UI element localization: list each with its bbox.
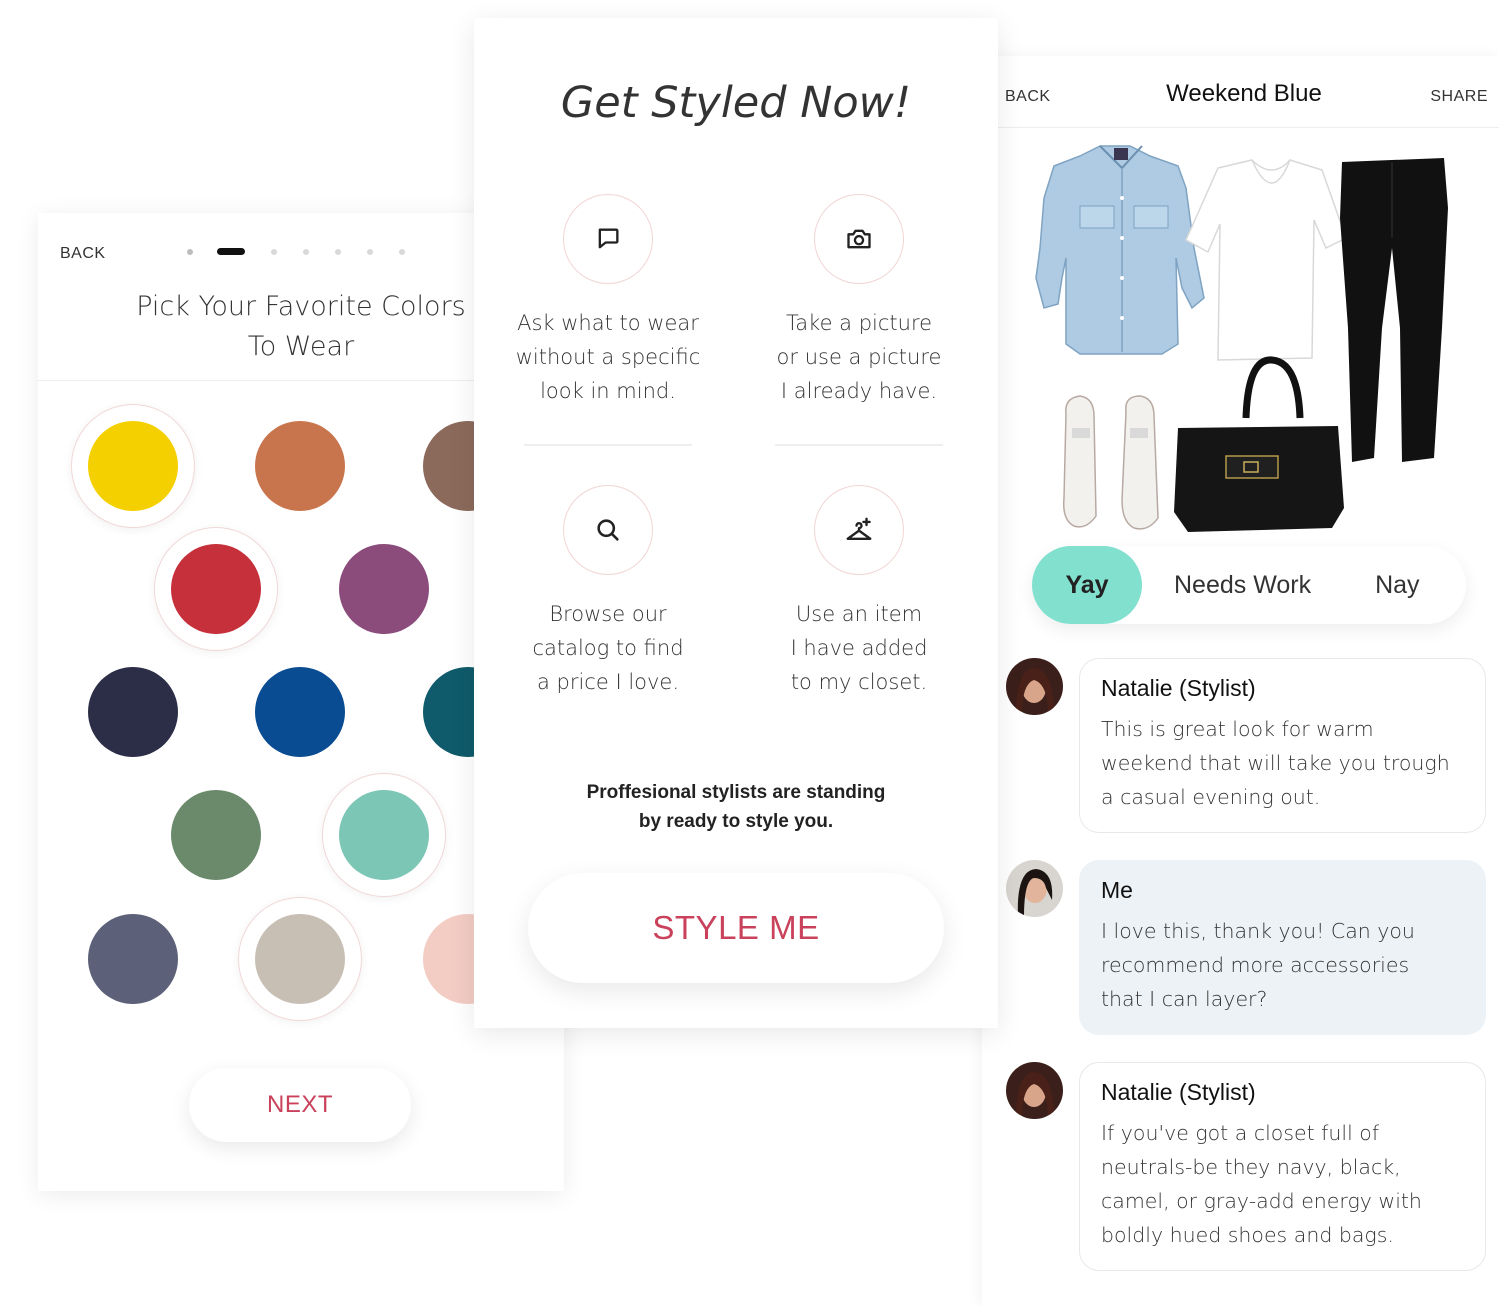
option-text-line: catalog to find [532, 636, 684, 660]
option-text-line: without a specific [515, 345, 701, 369]
hanger-add-icon [814, 485, 904, 575]
color-swatch-cobalt[interactable] [238, 650, 362, 774]
color-swatch-slate[interactable] [71, 897, 195, 1021]
color-swatch-fill [171, 544, 261, 634]
option-text-line: to my closet. [790, 670, 928, 694]
step-dot [271, 248, 277, 255]
black-handbag-image [1174, 356, 1344, 532]
white-sneakers-image [1062, 395, 1159, 530]
page-title: Weekend Blue [1166, 80, 1322, 107]
message-line: camel, or gray-add energy with [1101, 1189, 1422, 1213]
black-jeans-image [1340, 158, 1448, 462]
message-line: a casual evening out. [1101, 785, 1321, 809]
message-text: If you've got a closet full of neutrals-… [1101, 1116, 1465, 1252]
option-text-line: or use a picture [776, 345, 942, 369]
camera-icon [814, 194, 904, 284]
color-swatch-fill [88, 421, 178, 511]
color-swatch-navy[interactable] [71, 650, 195, 774]
option-browse-catalog[interactable]: Browse our catalog to find a price I lov… [488, 485, 728, 699]
avatar [1006, 658, 1063, 715]
step-indicator [187, 248, 405, 255]
get-styled-screen: Get Styled Now! Ask what to wear without… [474, 18, 998, 1028]
color-swatch-fill [255, 914, 345, 1004]
color-swatch-purple[interactable] [322, 527, 446, 651]
message-text: I love this, thank you! Can you recommen… [1101, 914, 1465, 1016]
avatar [1006, 1062, 1063, 1119]
step-dot-active [217, 248, 245, 255]
divider [775, 444, 943, 446]
color-swatch-fill [255, 421, 345, 511]
option-text-line: I already have. [780, 379, 938, 403]
message-line: recommend more accessories [1101, 953, 1410, 977]
option-text-line: Ask what to wear [517, 311, 699, 335]
white-tshirt-image [1185, 159, 1347, 361]
color-swatch-yellow[interactable] [71, 404, 195, 528]
color-swatch-fill [88, 667, 178, 757]
message-text: This is great look for warm weekend that… [1101, 712, 1465, 814]
option-text-line: look in mind. [540, 379, 676, 403]
color-swatch-sage[interactable] [154, 773, 278, 897]
message-line: This is great look for warm [1101, 717, 1374, 741]
message-bubble: Natalie (Stylist) This is great look for… [1079, 658, 1486, 833]
message-author: Natalie (Stylist) [1101, 1079, 1256, 1105]
divider [524, 444, 692, 446]
message-line: If you've got a closet full of [1101, 1121, 1380, 1145]
chat-bubble-icon [563, 194, 653, 284]
avatar [1006, 860, 1063, 917]
option-text-line: Take a picture [785, 311, 933, 335]
message-line: that I can layer? [1101, 987, 1268, 1011]
color-swatch-fill [339, 790, 429, 880]
promo-line: by ready to style you. [638, 811, 834, 832]
option-take-picture[interactable]: Take a picture or use a picture I alread… [739, 194, 979, 446]
page-title: Get Styled Now! [560, 78, 912, 128]
search-icon [563, 485, 653, 575]
rating-needs-work-button[interactable]: Needs Work [1174, 571, 1311, 600]
rating-nay-button[interactable]: Nay [1375, 571, 1419, 600]
next-button[interactable]: NEXT [189, 1068, 411, 1142]
color-swatch-fill [171, 790, 261, 880]
header: BACK Weekend Blue SHARE [982, 56, 1499, 128]
step-dot [187, 248, 193, 255]
option-ask-stylist[interactable]: Ask what to wear without a specific look… [488, 194, 728, 446]
color-swatch-red[interactable] [154, 527, 278, 651]
color-swatch-copper[interactable] [238, 404, 362, 528]
message-line: I love this, thank you! Can you [1101, 919, 1415, 943]
message-line: weekend that will take you trough [1101, 751, 1450, 775]
step-dot [335, 248, 341, 255]
back-button[interactable]: BACK [60, 245, 106, 263]
step-dot [367, 248, 373, 255]
color-swatch-fill [88, 914, 178, 1004]
step-dot [399, 248, 405, 255]
rating-yay-button[interactable]: Yay [1032, 546, 1142, 624]
rating-selector: Yay Needs Work Nay [1032, 546, 1466, 624]
promo-line: Proffesional stylists are standing [586, 782, 886, 803]
color-swatch-mint[interactable] [322, 773, 446, 897]
share-button[interactable]: SHARE [1430, 88, 1488, 106]
option-text-line: Use an item [795, 602, 923, 626]
option-text-line: Browse our [549, 602, 667, 626]
option-text-line: I have added [790, 636, 928, 660]
outfit-collage [982, 128, 1499, 598]
message-author: Natalie (Stylist) [1101, 675, 1256, 701]
step-dot [303, 248, 309, 255]
option-text-line: a price I love. [536, 670, 680, 694]
message-bubble: Natalie (Stylist) If you've got a closet… [1079, 1062, 1486, 1271]
denim-shirt-image [1035, 145, 1205, 355]
style-me-button[interactable]: STYLE ME [528, 873, 944, 983]
option-description: Use an item I have added to my closet. [739, 597, 979, 699]
option-description: Take a picture or use a picture I alread… [739, 306, 979, 408]
message-author: Me [1101, 877, 1133, 903]
option-description: Ask what to wear without a specific look… [488, 306, 728, 408]
color-swatch-fill [255, 667, 345, 757]
message-line: neutrals-be they navy, black, [1101, 1155, 1401, 1179]
option-use-closet-item[interactable]: Use an item I have added to my closet. [739, 485, 979, 699]
color-swatch-taupe[interactable] [238, 897, 362, 1021]
color-swatch-fill [339, 544, 429, 634]
promo-text: Proffesional stylists are standing by re… [474, 778, 998, 836]
option-description: Browse our catalog to find a price I lov… [488, 597, 728, 699]
outfit-screen: BACK Weekend Blue SHARE Yay Needs Work N… [982, 56, 1499, 1306]
message-bubble: Me I love this, thank you! Can you recom… [1079, 860, 1486, 1035]
message-line: boldly hued shoes and bags. [1101, 1223, 1394, 1247]
